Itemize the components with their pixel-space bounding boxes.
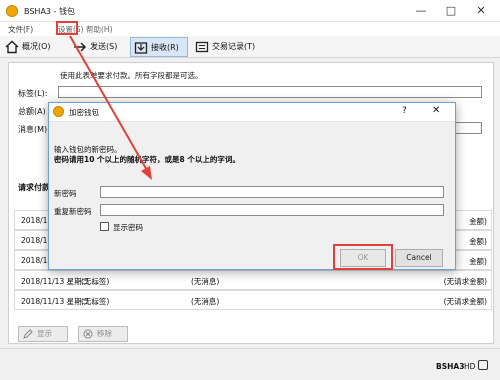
annotation-arrow [69, 35, 152, 180]
